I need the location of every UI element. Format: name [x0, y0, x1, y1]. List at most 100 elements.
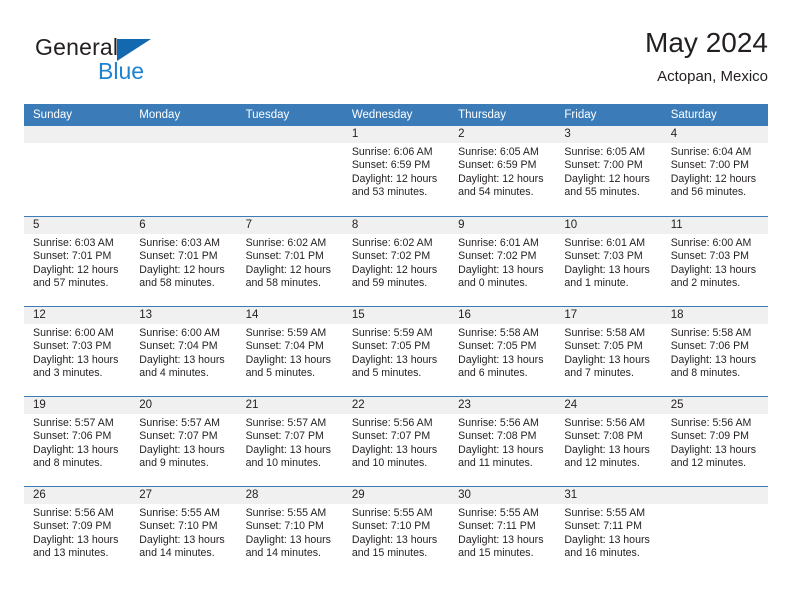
day-cell[interactable]: 3 Sunrise: 6:05 AM Sunset: 7:00 PM Daylight… [555, 126, 662, 216]
day-cell[interactable]: 27 Sunrise: 5:55 AM Sunset: 7:10 PM Dayligh… [130, 487, 237, 576]
day-number: 23 [449, 397, 556, 414]
day-cell[interactable]: 5 Sunrise: 6:03 AM Sunset: 7:01 PM Daylight… [24, 217, 131, 306]
day-detail-line: Daylight: 13 hours [564, 533, 650, 546]
day-cell[interactable]: 23 Sunrise: 5:56 AM Sunset: 7:08 PM Dayligh… [449, 397, 556, 486]
day-detail-line: Sunset: 7:09 PM [670, 430, 750, 443]
day-detail-line: Daylight: 13 hours [139, 443, 225, 456]
day-detail-line: Daylight: 12 hours [351, 172, 438, 185]
day-detail-line: Daylight: 13 hours [33, 533, 119, 546]
day-cell[interactable]: 29 Sunrise: 5:55 AM Sunset: 7:10 PM Dayligh… [342, 487, 450, 576]
day-cell[interactable]: 25 Sunrise: 5:56 AM Sunset: 7:09 PM Dayligh… [661, 397, 768, 486]
day-cell[interactable]: 13 Sunrise: 6:00 AM Sunset: 7:04 PM Dayligh… [130, 307, 237, 396]
weekday-header-friday: Friday [564, 109, 597, 121]
day-detail-line: and 14 minutes. [245, 547, 321, 560]
day-detail-line: Daylight: 13 hours [670, 353, 757, 366]
day-cell[interactable]: 4 Sunrise: 6:04 AM Sunset: 7:00 PM Daylight… [661, 126, 768, 216]
day-detail-line: Sunset: 7:07 PM [245, 430, 324, 443]
day-details [24, 143, 130, 146]
day-cell[interactable]: 30 Sunrise: 5:55 AM Sunset: 7:11 PM Dayligh… [449, 487, 556, 576]
day-detail-line: Sunset: 7:01 PM [33, 250, 112, 263]
day-detail-line: Sunrise: 5:59 AM [245, 327, 327, 339]
day-detail-line: Sunrise: 5:58 AM [458, 327, 539, 339]
day-cell[interactable]: 14 Sunrise: 5:59 AM Sunset: 7:04 PM Dayligh… [236, 307, 343, 396]
day-detail-line: and 12 minutes. [670, 457, 747, 470]
day-number: 17 [555, 307, 662, 324]
day-details: Sunrise: 6:04 AM Sunset: 7:00 PM Daylight:… [662, 143, 768, 200]
day-details: Sunrise: 5:55 AM Sunset: 7:10 PM Daylight:… [130, 504, 236, 561]
day-cell[interactable]: 19 Sunrise: 5:57 AM Sunset: 7:06 PM Dayligh… [24, 397, 131, 486]
day-cell[interactable]: 21 Sunrise: 5:57 AM Sunset: 7:07 PM Dayligh… [236, 397, 343, 486]
day-cell[interactable]: 16 Sunrise: 5:58 AM Sunset: 7:05 PM Dayligh… [449, 307, 556, 396]
day-cell[interactable]: 22 Sunrise: 5:56 AM Sunset: 7:07 PM Dayligh… [342, 397, 450, 486]
day-detail-line: and 58 minutes. [245, 277, 321, 290]
calendar-week-row: 19 Sunrise: 5:57 AM Sunset: 7:06 PM Dayligh… [24, 396, 768, 486]
day-detail-line: Daylight: 13 hours [458, 533, 544, 546]
day-detail-line: and 1 minute. [564, 277, 629, 290]
day-details: Sunrise: 5:56 AM Sunset: 7:08 PM Daylight:… [555, 414, 661, 471]
day-cell[interactable]: 24 Sunrise: 5:56 AM Sunset: 7:08 PM Dayligh… [555, 397, 662, 486]
day-details: Sunrise: 6:01 AM Sunset: 7:03 PM Daylight:… [555, 234, 661, 291]
weekday-header-saturday: Saturday [670, 109, 717, 121]
weekday-header-tuesday: Tuesday [245, 109, 290, 121]
day-cell[interactable]: 31 Sunrise: 5:55 AM Sunset: 7:11 PM Dayligh… [555, 487, 662, 576]
day-cell[interactable]: 6 Sunrise: 6:03 AM Sunset: 7:01 PM Daylight… [130, 217, 237, 306]
day-cell[interactable]: 10 Sunrise: 6:01 AM Sunset: 7:03 PM Dayligh… [555, 217, 662, 306]
general-blue-logo[interactable]: General Blue [35, 34, 215, 92]
day-cell[interactable]: 18 Sunrise: 5:58 AM Sunset: 7:06 PM Dayligh… [661, 307, 768, 396]
day-number: 25 [661, 397, 768, 414]
day-cell[interactable]: 11 Sunrise: 6:00 AM Sunset: 7:03 PM Dayligh… [661, 217, 768, 306]
day-cell[interactable]: 9 Sunrise: 6:01 AM Sunset: 7:02 PM Daylight… [449, 217, 556, 306]
day-number: 27 [130, 487, 237, 504]
day-cell[interactable]: 2 Sunrise: 6:05 AM Sunset: 6:59 PM Daylight… [449, 126, 556, 216]
day-detail-line: Sunset: 7:10 PM [351, 520, 431, 533]
day-detail-line: Sunset: 7:05 PM [458, 340, 537, 353]
day-detail-line: and 16 minutes. [564, 547, 640, 560]
day-detail-line: Daylight: 12 hours [564, 172, 650, 185]
day-details: Sunrise: 5:55 AM Sunset: 7:11 PM Daylight:… [555, 504, 661, 561]
day-detail-line: Sunrise: 5:57 AM [33, 417, 114, 429]
day-cell[interactable]: 26 Sunrise: 5:56 AM Sunset: 7:09 PM Dayligh… [24, 487, 131, 576]
day-detail-line: and 13 minutes. [33, 547, 109, 560]
day-detail-line: Daylight: 13 hours [139, 353, 225, 366]
day-cell[interactable]: 15 Sunrise: 5:59 AM Sunset: 7:05 PM Dayligh… [342, 307, 450, 396]
day-detail-line: Sunrise: 6:00 AM [33, 327, 114, 339]
day-detail-line: Daylight: 13 hours [33, 353, 119, 366]
day-detail-line: Sunrise: 5:55 AM [139, 507, 220, 519]
day-detail-line: and 54 minutes. [458, 186, 534, 199]
day-detail-line: Sunrise: 6:02 AM [245, 237, 327, 249]
day-detail-line: and 0 minutes. [458, 277, 528, 290]
day-detail-line: Sunset: 7:00 PM [670, 159, 750, 172]
day-cell[interactable]: 8 Sunrise: 6:02 AM Sunset: 7:02 PM Daylight… [342, 217, 450, 306]
day-details: Sunrise: 6:06 AM Sunset: 6:59 PM Daylight:… [343, 143, 449, 200]
day-cell[interactable]: 1 Sunrise: 6:06 AM Sunset: 6:59 PM Daylight… [342, 126, 450, 216]
day-cell[interactable]: 7 Sunrise: 6:02 AM Sunset: 7:01 PM Daylight… [236, 217, 343, 306]
day-details: Sunrise: 6:02 AM Sunset: 7:02 PM Daylight:… [343, 234, 449, 291]
day-number: 8 [342, 217, 450, 234]
day-detail-line: Sunrise: 6:03 AM [33, 237, 114, 249]
day-details: Sunrise: 5:56 AM Sunset: 7:08 PM Daylight:… [449, 414, 555, 471]
day-detail-line: Sunrise: 6:02 AM [351, 237, 433, 249]
day-detail-line: and 5 minutes. [351, 367, 422, 380]
day-number: 28 [236, 487, 343, 504]
day-detail-line: and 56 minutes. [670, 186, 747, 199]
day-detail-line: Sunrise: 5:55 AM [245, 507, 327, 519]
day-detail-line: Sunset: 7:09 PM [33, 520, 112, 533]
day-detail-line: Sunset: 7:03 PM [564, 250, 643, 263]
day-cell-empty [130, 126, 237, 216]
calendar-grid: Sunday Monday Tuesday Wednesday Thursday Frid… [24, 104, 768, 576]
day-detail-line: Daylight: 12 hours [139, 263, 225, 276]
logo-text-general: General [35, 34, 119, 60]
day-cell[interactable]: 20 Sunrise: 5:57 AM Sunset: 7:07 PM Dayligh… [130, 397, 237, 486]
day-details: Sunrise: 5:57 AM Sunset: 7:07 PM Daylight:… [130, 414, 236, 471]
day-cell[interactable]: 17 Sunrise: 5:58 AM Sunset: 7:05 PM Dayligh… [555, 307, 662, 396]
day-cell[interactable]: 12 Sunrise: 6:00 AM Sunset: 7:03 PM Dayligh… [24, 307, 131, 396]
day-detail-line: Sunset: 6:59 PM [458, 159, 537, 172]
day-detail-line: Daylight: 13 hours [564, 263, 650, 276]
day-detail-line: Sunrise: 5:55 AM [458, 507, 539, 519]
day-detail-line: and 3 minutes. [33, 367, 103, 380]
day-detail-line: Daylight: 12 hours [245, 263, 331, 276]
day-detail-line: Sunset: 7:11 PM [458, 520, 536, 533]
day-detail-line: and 14 minutes. [139, 547, 215, 560]
day-detail-line: and 15 minutes. [351, 547, 428, 560]
day-cell[interactable]: 28 Sunrise: 5:55 AM Sunset: 7:10 PM Dayligh… [236, 487, 343, 576]
